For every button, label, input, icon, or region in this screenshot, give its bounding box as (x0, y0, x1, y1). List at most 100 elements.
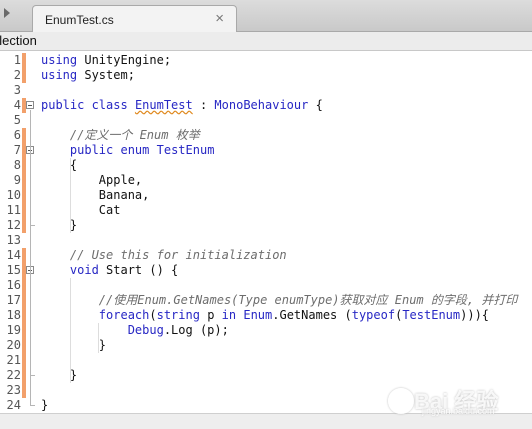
close-icon[interactable]: × (215, 10, 224, 27)
code-text: void Start () { (41, 263, 178, 278)
code-line[interactable]: 3 (0, 83, 532, 98)
code-line[interactable]: 8 { (0, 158, 532, 173)
code-text: } (41, 398, 48, 413)
code-line[interactable]: 14 // Use this for initialization (0, 248, 532, 263)
menu-item-selection[interactable]: election (0, 33, 37, 48)
menu-bar: election (0, 32, 532, 51)
line-number: 14 (6, 248, 21, 262)
fold-toggle-icon[interactable] (26, 101, 34, 109)
code-editor[interactable]: 1 using UnityEngine; 2 using System; 3 4 publi… (0, 51, 532, 427)
modified-line-marker (22, 353, 26, 368)
modified-line-marker (22, 338, 26, 353)
line-number: 20 (6, 338, 21, 352)
code-token: //使用Enum.GetNames(Type enumType)获取对应 Enu… (41, 293, 518, 307)
modified-line-marker (22, 248, 26, 263)
code-line[interactable]: 21 (0, 353, 532, 368)
code-token: foreach (98, 308, 150, 322)
code-token: TestEnum (156, 143, 215, 157)
code-token: } (41, 218, 78, 232)
code-line[interactable]: 12 } (0, 218, 532, 233)
paw-logo-icon (388, 388, 414, 414)
tab-bar: EnumTest.cs × (0, 0, 532, 32)
code-line[interactable]: 7 public enum TestEnum (0, 143, 532, 158)
code-token: .Log (p); (163, 323, 229, 337)
watermark: Bai 经验 jingyan.baidu.com (352, 380, 522, 420)
modified-line-marker (22, 308, 26, 323)
code-line[interactable]: 18 foreach(string p in Enum.GetNames (ty… (0, 308, 532, 323)
code-token: } (41, 398, 49, 412)
code-text: using UnityEngine; (41, 53, 171, 68)
line-number: 21 (6, 353, 21, 367)
line-number: 4 (13, 98, 21, 112)
code-token: ))){ (460, 308, 490, 322)
code-token: Cat (41, 203, 121, 217)
code-token: .GetNames ( (272, 308, 352, 322)
line-number: 1 (13, 53, 21, 67)
indent-guide (98, 323, 99, 353)
code-token: Debug (127, 323, 164, 337)
modified-line-marker (22, 128, 26, 143)
line-number: 23 (6, 383, 21, 397)
fold-range-line (30, 275, 31, 376)
indent-guide (70, 278, 71, 383)
code-token: EnumTest (134, 98, 193, 112)
line-number: 12 (6, 218, 21, 232)
code-line[interactable]: 19 Debug.Log (p); (0, 323, 532, 338)
code-text: using System; (41, 68, 135, 83)
code-text: // Use this for initialization (41, 248, 287, 263)
code-text: //定义一个 Enum 枚举 (41, 128, 200, 143)
code-token: //定义一个 Enum 枚举 (41, 128, 200, 142)
code-line[interactable]: 1 using UnityEngine; (0, 53, 532, 68)
code-token: using (41, 68, 78, 82)
code-line[interactable]: 11 Cat (0, 203, 532, 218)
code-token: UnityEngine; (77, 53, 172, 67)
line-number: 2 (13, 68, 21, 82)
code-token: void (69, 263, 99, 277)
code-line[interactable]: 6 //定义一个 Enum 枚举 (0, 128, 532, 143)
code-line[interactable]: 17 //使用Enum.GetNames(Type enumType)获取对应 … (0, 293, 532, 308)
code-line[interactable]: 5 (0, 113, 532, 128)
code-line[interactable]: 9 Apple, (0, 173, 532, 188)
modified-line-marker (22, 383, 26, 398)
code-text: public enum TestEnum (41, 143, 215, 158)
code-token: typeof (351, 308, 396, 322)
tab-scroll-left-icon[interactable] (4, 8, 10, 18)
code-token: string (156, 308, 200, 322)
code-line[interactable]: 10 Banana, (0, 188, 532, 203)
modified-line-marker (22, 158, 26, 173)
modified-line-marker (22, 53, 26, 68)
modified-line-marker (22, 218, 26, 233)
code-token: : (192, 98, 215, 112)
code-line[interactable]: 13 (0, 233, 532, 248)
code-line[interactable]: 20 } (0, 338, 532, 353)
code-text: } (41, 368, 77, 383)
line-number: 22 (6, 368, 21, 382)
code-text: } (41, 338, 106, 353)
code-token: System; (77, 68, 135, 82)
line-number: 9 (13, 173, 21, 187)
code-line[interactable]: 16 (0, 278, 532, 293)
code-line[interactable]: 4 public class EnumTest : MonoBehaviour { (0, 98, 532, 113)
tab-enumtest[interactable]: EnumTest.cs × (32, 5, 237, 32)
line-number: 17 (6, 293, 21, 307)
code-line[interactable]: 2 using System; (0, 68, 532, 83)
code-token: Start () { (98, 263, 179, 277)
code-text: //使用Enum.GetNames(Type enumType)获取对应 Enu… (41, 293, 518, 308)
code-token: { (308, 98, 323, 112)
modified-line-marker (22, 368, 26, 383)
line-number: 3 (13, 83, 21, 97)
code-token: // Use this for initialization (41, 248, 287, 262)
code-token: Banana, (41, 188, 150, 202)
indent-guide (70, 158, 71, 233)
code-token: } (41, 338, 107, 352)
modified-line-marker (22, 323, 26, 338)
code-line[interactable]: 15 void Start () { (0, 263, 532, 278)
code-token: { (41, 158, 78, 172)
fold-range-line (30, 155, 31, 226)
line-number: 10 (6, 188, 21, 202)
